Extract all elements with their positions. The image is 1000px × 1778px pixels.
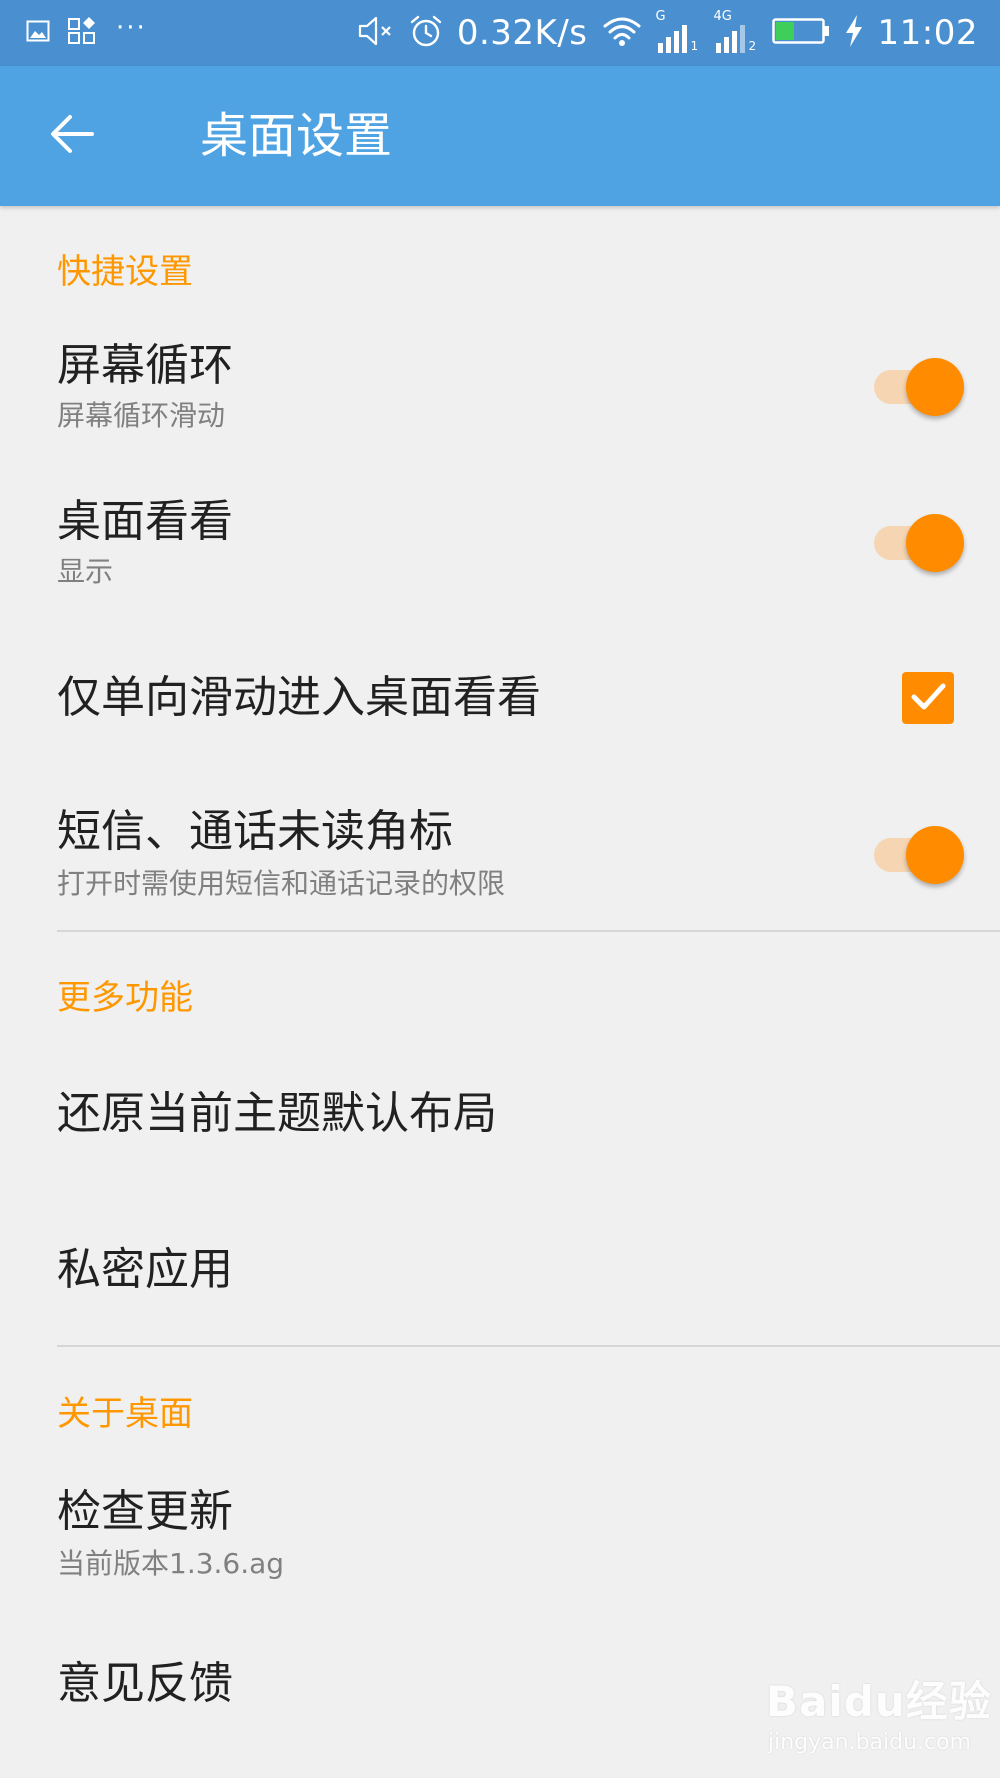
setting-row-screen-loop[interactable]: 屏幕循环 屏幕循环滑动 <box>0 320 1000 450</box>
setting-title: 还原当前主题默认布局 <box>57 1088 497 1139</box>
section-header-quick-settings: 快捷设置 <box>57 252 193 292</box>
setting-row-unread-badge[interactable]: 短信、通话未读角标 打开时需使用短信和通话记录的权限 <box>0 788 1000 918</box>
network-speed: 0.32K/s <box>456 13 588 53</box>
desktop-view-switch[interactable] <box>870 510 966 574</box>
watermark-url: jingyan.baidu.com <box>768 1730 972 1755</box>
status-bar: ··· 0.32K/s G 1 4G 2 11:02 <box>0 0 1000 66</box>
screen-loop-switch[interactable] <box>870 354 966 418</box>
setting-row-check-update[interactable]: 检查更新 当前版本1.3.6.ag <box>0 1466 1000 1596</box>
wifi-icon <box>602 14 642 52</box>
signal-icon: 4G 2 <box>713 9 757 53</box>
signal-icon: G 1 <box>655 9 699 53</box>
watermark-logo: Baidu经验 <box>766 1677 992 1726</box>
alarm-icon <box>409 14 443 52</box>
overflow-indicator: ··· <box>116 13 147 43</box>
setting-title: 短信、通话未读角标 <box>57 806 453 857</box>
unread-badge-switch[interactable] <box>870 822 966 886</box>
apps-icon <box>68 17 98 49</box>
battery-icon <box>771 17 830 49</box>
divider <box>57 930 1000 932</box>
setting-row-restore-layout[interactable]: 还原当前主题默认布局 <box>0 1056 1000 1176</box>
section-header-more-features: 更多功能 <box>57 978 193 1018</box>
section-header-about: 关于桌面 <box>57 1394 193 1434</box>
app-toolbar: 桌面设置 <box>0 66 1000 206</box>
clock: 11:02 <box>877 13 978 53</box>
setting-title: 私密应用 <box>57 1244 233 1295</box>
setting-title: 屏幕循环 <box>57 340 233 391</box>
setting-subtitle: 屏幕循环滑动 <box>57 399 226 432</box>
setting-title: 仅单向滑动进入桌面看看 <box>57 672 541 723</box>
setting-row-private-apps[interactable]: 私密应用 <box>0 1210 1000 1330</box>
one-way-swipe-checkbox[interactable] <box>902 672 954 724</box>
setting-row-one-way-swipe[interactable]: 仅单向滑动进入桌面看看 <box>0 640 1000 758</box>
setting-title: 桌面看看 <box>57 496 233 547</box>
setting-subtitle: 显示 <box>57 555 114 588</box>
setting-row-desktop-view[interactable]: 桌面看看 显示 <box>0 476 1000 606</box>
gallery-icon <box>26 19 50 47</box>
setting-subtitle: 打开时需使用短信和通话记录的权限 <box>57 867 506 900</box>
divider <box>57 1345 1000 1347</box>
setting-title: 意见反馈 <box>57 1658 233 1709</box>
watermark: Baidu经验 jingyan.baidu.com <box>766 1668 991 1772</box>
page-title: 桌面设置 <box>200 108 393 164</box>
back-button[interactable] <box>30 94 114 178</box>
arrow-back-icon <box>48 110 96 162</box>
setting-subtitle: 当前版本1.3.6.ag <box>57 1547 285 1580</box>
mute-icon <box>357 14 395 52</box>
checkmark-icon <box>908 676 948 720</box>
charging-icon <box>844 14 864 52</box>
setting-title: 检查更新 <box>57 1486 233 1537</box>
